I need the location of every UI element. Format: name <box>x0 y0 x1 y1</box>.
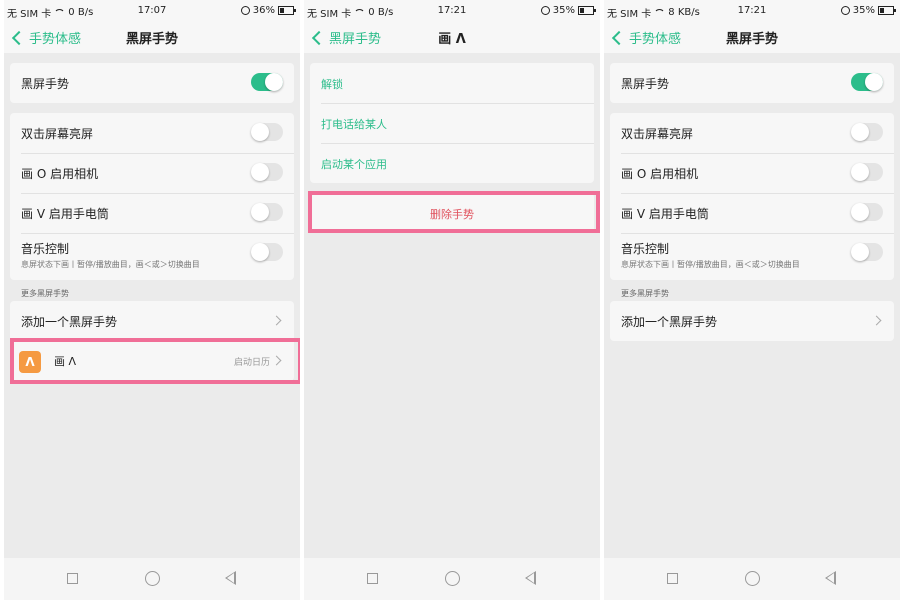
toggle-row-camera: 画 O 启用相机 <box>610 153 894 193</box>
flashlight-gesture-toggle[interactable] <box>851 203 883 221</box>
status-bar: 无 SIM 卡0 B/s 17:21 35% <box>304 0 600 22</box>
master-switch-card: 黑屏手势 <box>610 63 894 103</box>
home-button-icon[interactable] <box>445 571 460 586</box>
recents-button-icon[interactable] <box>667 573 678 584</box>
page-title: 黑屏手势 <box>725 32 778 47</box>
home-button-icon[interactable] <box>745 571 760 586</box>
alarm-icon <box>240 6 250 15</box>
toggle-knob <box>251 123 269 141</box>
option-label: 打电话给某人 <box>321 118 387 131</box>
master-switch-row: 黑屏手势 <box>10 63 294 103</box>
highlight-box <box>10 338 300 384</box>
toggle-knob <box>851 243 869 261</box>
option-launch-app[interactable]: 启动某个应用 <box>310 143 594 183</box>
toggle-row-music: 音乐控制 息屏状态下画丨暂停/播放曲目，画＜或＞切换曲目 <box>610 233 894 280</box>
page-title: 黑屏手势 <box>125 32 178 47</box>
toggle-knob <box>851 203 869 221</box>
toggle-row-camera: 画 O 启用相机 <box>10 153 294 193</box>
toggle-label: 画 V 启用手电筒 <box>621 207 709 221</box>
toggle-row-flashlight: 画 V 启用手电筒 <box>610 193 894 233</box>
music-control-toggle[interactable] <box>851 243 883 261</box>
camera-gesture-toggle[interactable] <box>851 163 883 181</box>
music-control-toggle[interactable] <box>251 243 283 261</box>
toggle-label: 音乐控制 <box>21 242 70 256</box>
home-button-icon[interactable] <box>145 571 160 586</box>
battery-icon <box>578 6 596 15</box>
toggle-knob <box>265 73 283 91</box>
recents-button-icon[interactable] <box>67 573 78 584</box>
toggle-label: 画 O 启用相机 <box>621 167 699 181</box>
toggle-label: 画 O 启用相机 <box>21 167 99 181</box>
master-switch-label: 黑屏手势 <box>21 77 70 91</box>
nav-bar: 手势体感 黑屏手势 <box>604 22 900 53</box>
back-triangle-icon[interactable] <box>525 571 536 585</box>
option-label: 解锁 <box>321 78 343 91</box>
more-gestures-card: 添加一个黑屏手势 <box>610 301 894 341</box>
toggle-knob <box>851 163 869 181</box>
gesture-toggles-card: 双击屏幕亮屏 画 O 启用相机 画 V 启用手电筒 音乐控制 息屏状态下画丨暂停… <box>610 113 894 280</box>
gesture-toggles-card: 双击屏幕亮屏 画 O 启用相机 画 V 启用手电筒 音乐控制 息屏状态下画丨暂停… <box>10 113 294 280</box>
status-bar: 无 SIM 卡8 KB/s 17:21 35% <box>604 0 900 22</box>
alarm-icon <box>840 6 850 15</box>
back-triangle-icon[interactable] <box>825 571 836 585</box>
add-gesture-label: 添加一个黑屏手势 <box>21 315 118 329</box>
add-gesture-row[interactable]: 添加一个黑屏手势 <box>10 301 294 341</box>
battery-percent: 36% <box>252 5 275 16</box>
nav-bar: 黑屏手势 画 Λ <box>304 22 600 53</box>
section-header: 更多黑屏手势 <box>21 289 69 298</box>
screen-gesture-settings-before: 无 SIM 卡0 B/s 17:07 36% 手势体感 黑屏手势 黑屏手势 双击… <box>4 0 300 600</box>
option-label: 启动某个应用 <box>321 158 387 171</box>
master-switch-row: 黑屏手势 <box>610 63 894 103</box>
master-toggle[interactable] <box>251 73 283 91</box>
master-switch-label: 黑屏手势 <box>621 77 670 91</box>
system-nav-bar <box>304 558 600 600</box>
toggle-knob <box>251 163 269 181</box>
double-tap-toggle[interactable] <box>851 123 883 141</box>
alarm-icon <box>540 6 550 15</box>
highlight-box <box>308 191 600 233</box>
option-unlock[interactable]: 解锁 <box>310 63 594 103</box>
toggle-row-double-tap: 双击屏幕亮屏 <box>10 113 294 153</box>
toggle-row-double-tap: 双击屏幕亮屏 <box>610 113 894 153</box>
double-tap-toggle[interactable] <box>251 123 283 141</box>
battery-percent: 35% <box>852 5 875 16</box>
toggle-label: 画 V 启用手电筒 <box>21 207 109 221</box>
screen-gesture-settings-after: 无 SIM 卡8 KB/s 17:21 35% 手势体感 黑屏手势 黑屏手势 双… <box>604 0 900 600</box>
add-gesture-label: 添加一个黑屏手势 <box>621 315 718 329</box>
system-nav-bar <box>604 558 900 600</box>
system-nav-bar <box>4 558 300 600</box>
page-title: 画 Λ <box>438 32 466 47</box>
option-call-someone[interactable]: 打电话给某人 <box>310 103 594 143</box>
master-toggle[interactable] <box>851 73 883 91</box>
camera-gesture-toggle[interactable] <box>251 163 283 181</box>
recents-button-icon[interactable] <box>367 573 378 584</box>
toggle-sublabel: 息屏状态下画丨暂停/播放曲目，画＜或＞切换曲目 <box>621 260 800 269</box>
toggle-row-music: 音乐控制 息屏状态下画丨暂停/播放曲目，画＜或＞切换曲目 <box>10 233 294 280</box>
toggle-knob <box>251 203 269 221</box>
toggle-label: 双击屏幕亮屏 <box>21 127 94 141</box>
chevron-right-icon <box>271 315 282 326</box>
section-header: 更多黑屏手势 <box>621 289 669 298</box>
status-bar: 无 SIM 卡0 B/s 17:07 36% <box>4 0 300 22</box>
battery-percent: 35% <box>552 5 575 16</box>
toggle-label: 音乐控制 <box>621 242 670 256</box>
gesture-action-options: 解锁 打电话给某人 启动某个应用 <box>310 63 594 183</box>
toggle-label: 双击屏幕亮屏 <box>621 127 694 141</box>
nav-bar: 手势体感 黑屏手势 <box>4 22 300 53</box>
add-gesture-row[interactable]: 添加一个黑屏手势 <box>610 301 894 341</box>
flashlight-gesture-toggle[interactable] <box>251 203 283 221</box>
battery-icon <box>878 6 896 15</box>
back-triangle-icon[interactable] <box>225 571 236 585</box>
chevron-right-icon <box>871 315 882 326</box>
toggle-knob <box>851 123 869 141</box>
battery-icon <box>278 6 296 15</box>
toggle-sublabel: 息屏状态下画丨暂停/播放曲目，画＜或＞切换曲目 <box>21 260 200 269</box>
toggle-row-flashlight: 画 V 启用手电筒 <box>10 193 294 233</box>
screen-gesture-detail: 无 SIM 卡0 B/s 17:21 35% 黑屏手势 画 Λ 解锁 打电话给某… <box>304 0 600 600</box>
toggle-knob <box>865 73 883 91</box>
toggle-knob <box>251 243 269 261</box>
master-switch-card: 黑屏手势 <box>10 63 294 103</box>
